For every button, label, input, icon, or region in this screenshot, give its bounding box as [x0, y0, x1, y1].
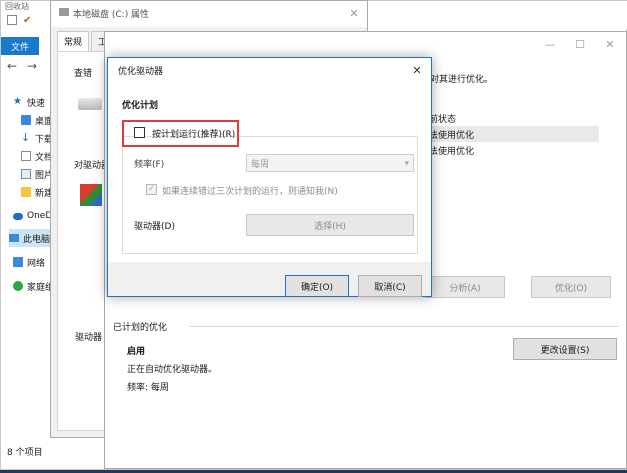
close-icon[interactable]: ✕	[410, 64, 424, 78]
schedule-dialog: 优化驱动器 ✕ 优化计划 按计划运行(推荐)(R) 频率(F) 每周 ▾ ✓ 如…	[107, 57, 432, 297]
homegroup-icon	[13, 281, 23, 291]
section-title: 优化计划	[122, 101, 159, 111]
network-icon	[13, 257, 23, 267]
sidebar-item-documents[interactable]: 文档	[21, 147, 53, 165]
sidebar-item-network[interactable]: 网络	[13, 253, 45, 271]
picture-icon	[21, 169, 31, 179]
desktop-icon	[21, 115, 31, 125]
sidebar-item-label: OneD	[27, 211, 53, 221]
sidebar-item-pictures[interactable]: 图片	[21, 165, 53, 183]
document-icon	[21, 151, 31, 161]
schedule-frequency: 频率: 每周	[127, 383, 169, 393]
run-on-schedule-label[interactable]: 按计划运行(推荐)(R)	[152, 127, 235, 140]
ok-button[interactable]: 确定(O)	[285, 275, 349, 297]
scheduled-heading: 已计划的优化	[113, 323, 168, 333]
frequency-label: 频率(F)	[134, 160, 165, 170]
star-icon: ★	[13, 96, 22, 107]
defrag-icon	[80, 184, 102, 206]
tab-general[interactable]: 常规	[57, 31, 90, 51]
notify-checkbox[interactable]: ✓	[146, 184, 157, 195]
cloud-icon	[13, 212, 23, 220]
status-column-header: 前状态	[429, 114, 457, 125]
sidebar-item-label: 快速	[27, 98, 46, 109]
disk-icon	[78, 98, 102, 110]
drives-label: 驱动器(D)	[134, 222, 175, 232]
computer-icon	[9, 234, 19, 242]
sidebar-item-downloads[interactable]: ↓ 下载	[21, 129, 53, 147]
sidebar-item-onedrive[interactable]: OneD	[13, 207, 52, 225]
sidebar-item-desktop[interactable]: 桌面	[21, 111, 53, 129]
back-arrow-icon[interactable]: ←	[7, 59, 17, 73]
dialog-titlebar: 优化驱动器 ✕	[108, 58, 431, 84]
change-settings-button[interactable]: 更改设置(S)	[513, 338, 617, 360]
optimize-description: 对其进行优化。	[430, 75, 494, 85]
properties-title: 本地磁盘 (C:) 属性	[73, 10, 150, 20]
dialog-body: 优化计划 按计划运行(推荐)(R) 频率(F) 每周 ▾ ✓ 如果连续错过三次计…	[108, 84, 431, 262]
schedule-state: 启用	[127, 347, 146, 357]
minimize-icon[interactable]: —	[543, 38, 557, 52]
run-on-schedule-checkbox[interactable]	[134, 127, 145, 138]
forward-arrow-icon[interactable]: →	[27, 59, 37, 73]
optimize-button[interactable]: 优化(O)	[531, 276, 611, 298]
optimize-titlebar: — ☐ ✕	[105, 32, 626, 58]
folder-icon	[21, 187, 31, 197]
frequency-select[interactable]: 每周 ▾	[246, 154, 414, 172]
analyze-button[interactable]: 分析(A)	[425, 276, 505, 298]
cut-label: 驱动器	[75, 333, 103, 343]
explorer-title-fragment: 回收站	[5, 2, 29, 11]
sidebar-item-quick-access[interactable]: ★ 快速	[13, 93, 45, 111]
choose-drives-button[interactable]: 选择(H)	[246, 214, 414, 236]
sidebar-item-label: 此电脑	[23, 234, 51, 245]
list-item[interactable]: 法使用优化	[427, 142, 599, 158]
sidebar-item-this-pc[interactable]: 此电脑	[9, 229, 53, 247]
close-icon[interactable]: ✕	[347, 7, 361, 21]
file-tab[interactable]: 文件	[1, 37, 39, 55]
download-icon: ↓	[21, 131, 31, 144]
dialog-title: 优化驱动器	[118, 67, 164, 77]
sidebar-item-new-folder[interactable]: 新建	[21, 183, 53, 201]
properties-titlebar: 本地磁盘 (C:) 属性 ✕	[51, 1, 367, 27]
drive-icon	[59, 8, 69, 16]
divider	[189, 326, 619, 327]
quick-access-icon[interactable]	[7, 15, 17, 25]
schedule-description: 正在自动优化驱动器。	[127, 365, 218, 375]
sidebar-item-homegroup[interactable]: 家庭组	[13, 277, 54, 295]
frequency-value: 每周	[251, 159, 270, 170]
notify-label: 如果连续错过三次计划的运行，则通知我(N)	[162, 187, 338, 197]
status-item-count: 8 个项目	[7, 448, 43, 458]
close-icon[interactable]: ✕	[603, 38, 617, 52]
maximize-icon[interactable]: ☐	[573, 38, 587, 52]
chevron-down-icon: ▾	[404, 159, 409, 169]
list-item[interactable]: 法使用优化	[427, 126, 599, 142]
properties-icon[interactable]: ✔	[23, 15, 31, 26]
drive-status-list: 前状态 法使用优化 法使用优化	[427, 110, 599, 190]
sidebar-item-label: 网络	[27, 258, 46, 269]
cancel-button[interactable]: 取消(C)	[358, 275, 422, 297]
error-check-label: 查错	[74, 69, 93, 79]
